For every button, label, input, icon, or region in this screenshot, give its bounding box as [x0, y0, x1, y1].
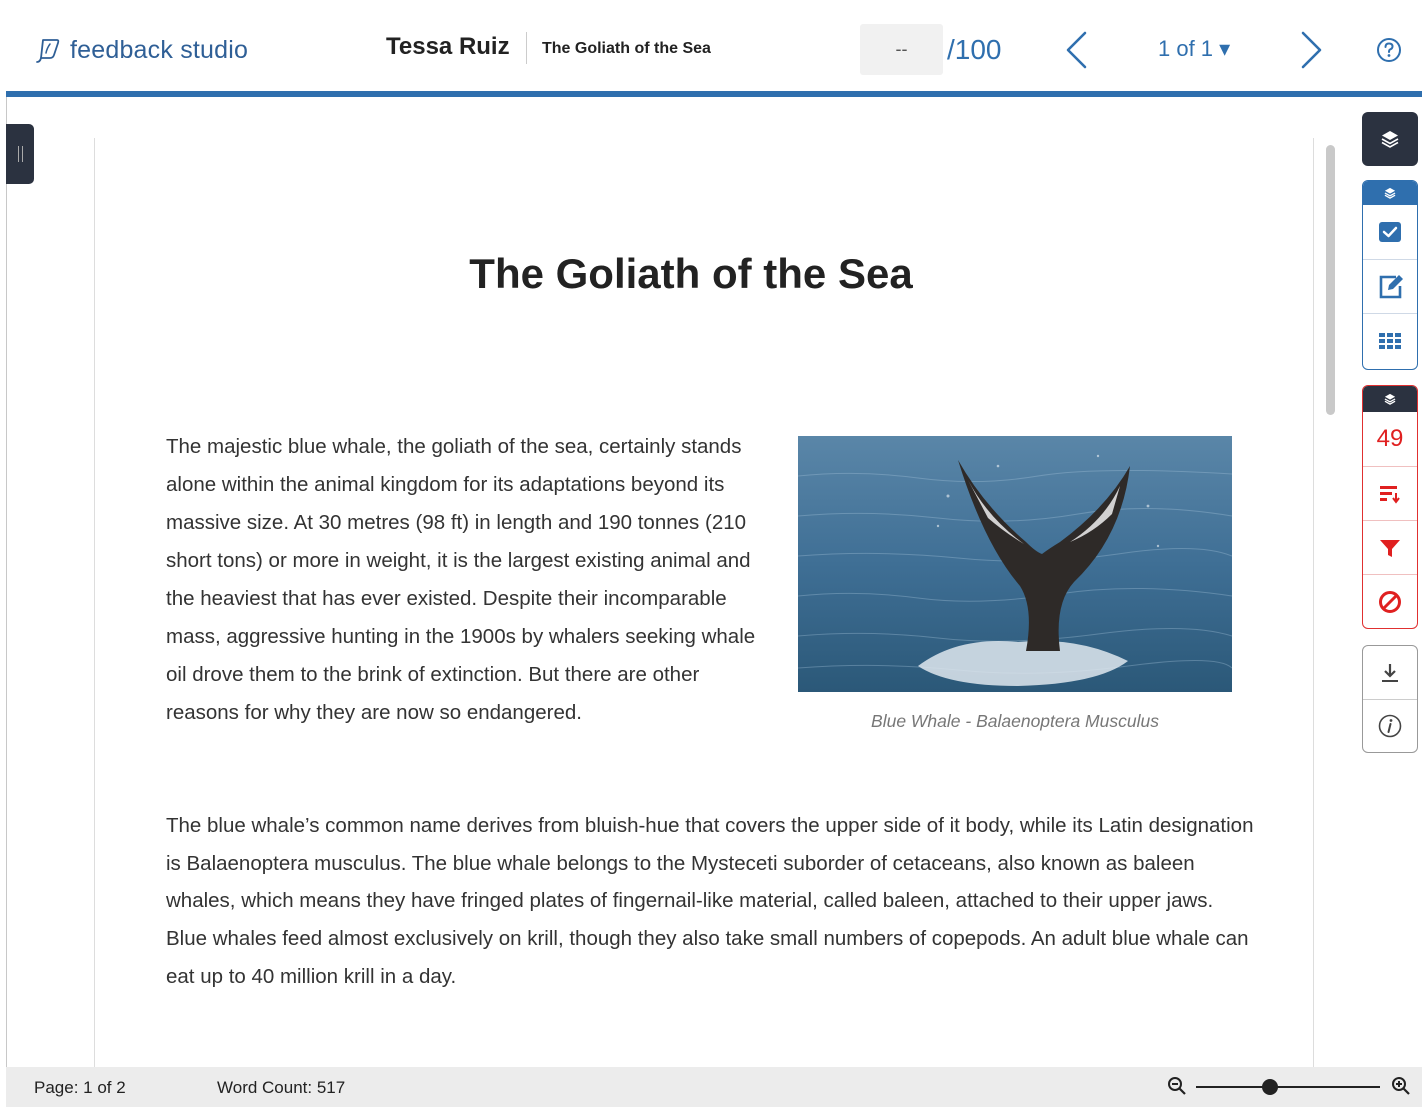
block-icon [1379, 590, 1401, 613]
submission-info-button[interactable] [1363, 699, 1417, 752]
filter-icon [1380, 539, 1400, 557]
word-count: Word Count: 517 [217, 1078, 346, 1097]
zoom-out-icon [1168, 1077, 1186, 1095]
layers-button[interactable] [1362, 112, 1418, 166]
info-icon [1378, 714, 1402, 738]
chevron-right-icon [1301, 31, 1322, 69]
exclusions-button[interactable] [1363, 574, 1417, 628]
next-paper-button[interactable] [1296, 28, 1328, 72]
layers-icon [1384, 187, 1396, 199]
sort-icon [1380, 485, 1400, 504]
feedback-summary-button[interactable] [1363, 259, 1417, 313]
download-button[interactable] [1363, 646, 1417, 699]
chevron-left-icon [1066, 31, 1087, 69]
top-header: feedback studio Tessa Ruiz The Goliath o… [0, 0, 1422, 92]
similarity-count: 49 [1376, 425, 1404, 452]
help-icon [1377, 38, 1401, 62]
layers-icon [1381, 131, 1399, 148]
zoom-slider-track[interactable] [1196, 1086, 1380, 1088]
similarity-score-button[interactable]: 49 [1363, 412, 1417, 466]
quickmarks-button[interactable] [1363, 205, 1417, 259]
whale-tail-image [798, 436, 1232, 692]
utility-group [1362, 645, 1418, 753]
header-divider [526, 32, 527, 64]
side-panel-toggle[interactable] [6, 124, 34, 184]
window-edge [6, 97, 7, 1067]
document-title: The Goliath of the Sea [469, 250, 913, 297]
brand-name: feedback studio [70, 35, 249, 64]
score-max: /100 [947, 34, 1002, 65]
edit-icon [1379, 274, 1403, 298]
feedback-studio-icon [36, 39, 60, 63]
filter-button[interactable] [1363, 520, 1417, 574]
score-input[interactable]: -- [860, 24, 943, 75]
checkbox-icon [1379, 222, 1401, 242]
similarity-layer-header[interactable] [1363, 386, 1417, 412]
zoom-in-button[interactable] [1390, 1075, 1412, 1097]
header-accent-bar [6, 91, 1422, 97]
grading-layer-group [1362, 180, 1418, 370]
match-overview-button[interactable] [1363, 466, 1417, 520]
document-scrollbar[interactable] [1326, 145, 1335, 415]
paper-title: The Goliath of the Sea [542, 40, 711, 57]
image-caption: Blue Whale - Balaenoptera Musculus [871, 711, 1159, 731]
page-indicator: Page: 1 of 2 [34, 1078, 126, 1097]
help-button[interactable] [1375, 36, 1403, 64]
grading-layer-header[interactable] [1363, 181, 1417, 205]
student-name: Tessa Ruiz [386, 33, 510, 60]
document-paragraph-1: The majestic blue whale, the goliath of … [166, 435, 756, 724]
download-icon [1382, 663, 1398, 682]
zoom-out-button[interactable] [1166, 1075, 1188, 1097]
layers-icon [1384, 393, 1396, 405]
brand-logo: feedback studio [34, 30, 248, 70]
zoom-slider-handle[interactable] [1261, 1079, 1278, 1095]
rubric-button[interactable] [1363, 313, 1417, 367]
grid-icon [1379, 332, 1401, 349]
previous-paper-button[interactable] [1060, 28, 1092, 72]
similarity-layer-group: 49 [1362, 385, 1418, 629]
document-paragraph-2: The blue whale’s common name derives fro… [166, 814, 1254, 988]
page-right-border [1313, 138, 1314, 1067]
paper-pager-dropdown[interactable]: 1 of 1 ▾ [1158, 36, 1230, 62]
grip-icon [17, 146, 23, 162]
whale-tail-illustration [798, 436, 1232, 692]
zoom-in-icon [1392, 1077, 1410, 1095]
status-bar: Page: 1 of 2 Word Count: 517 [6, 1067, 1422, 1107]
